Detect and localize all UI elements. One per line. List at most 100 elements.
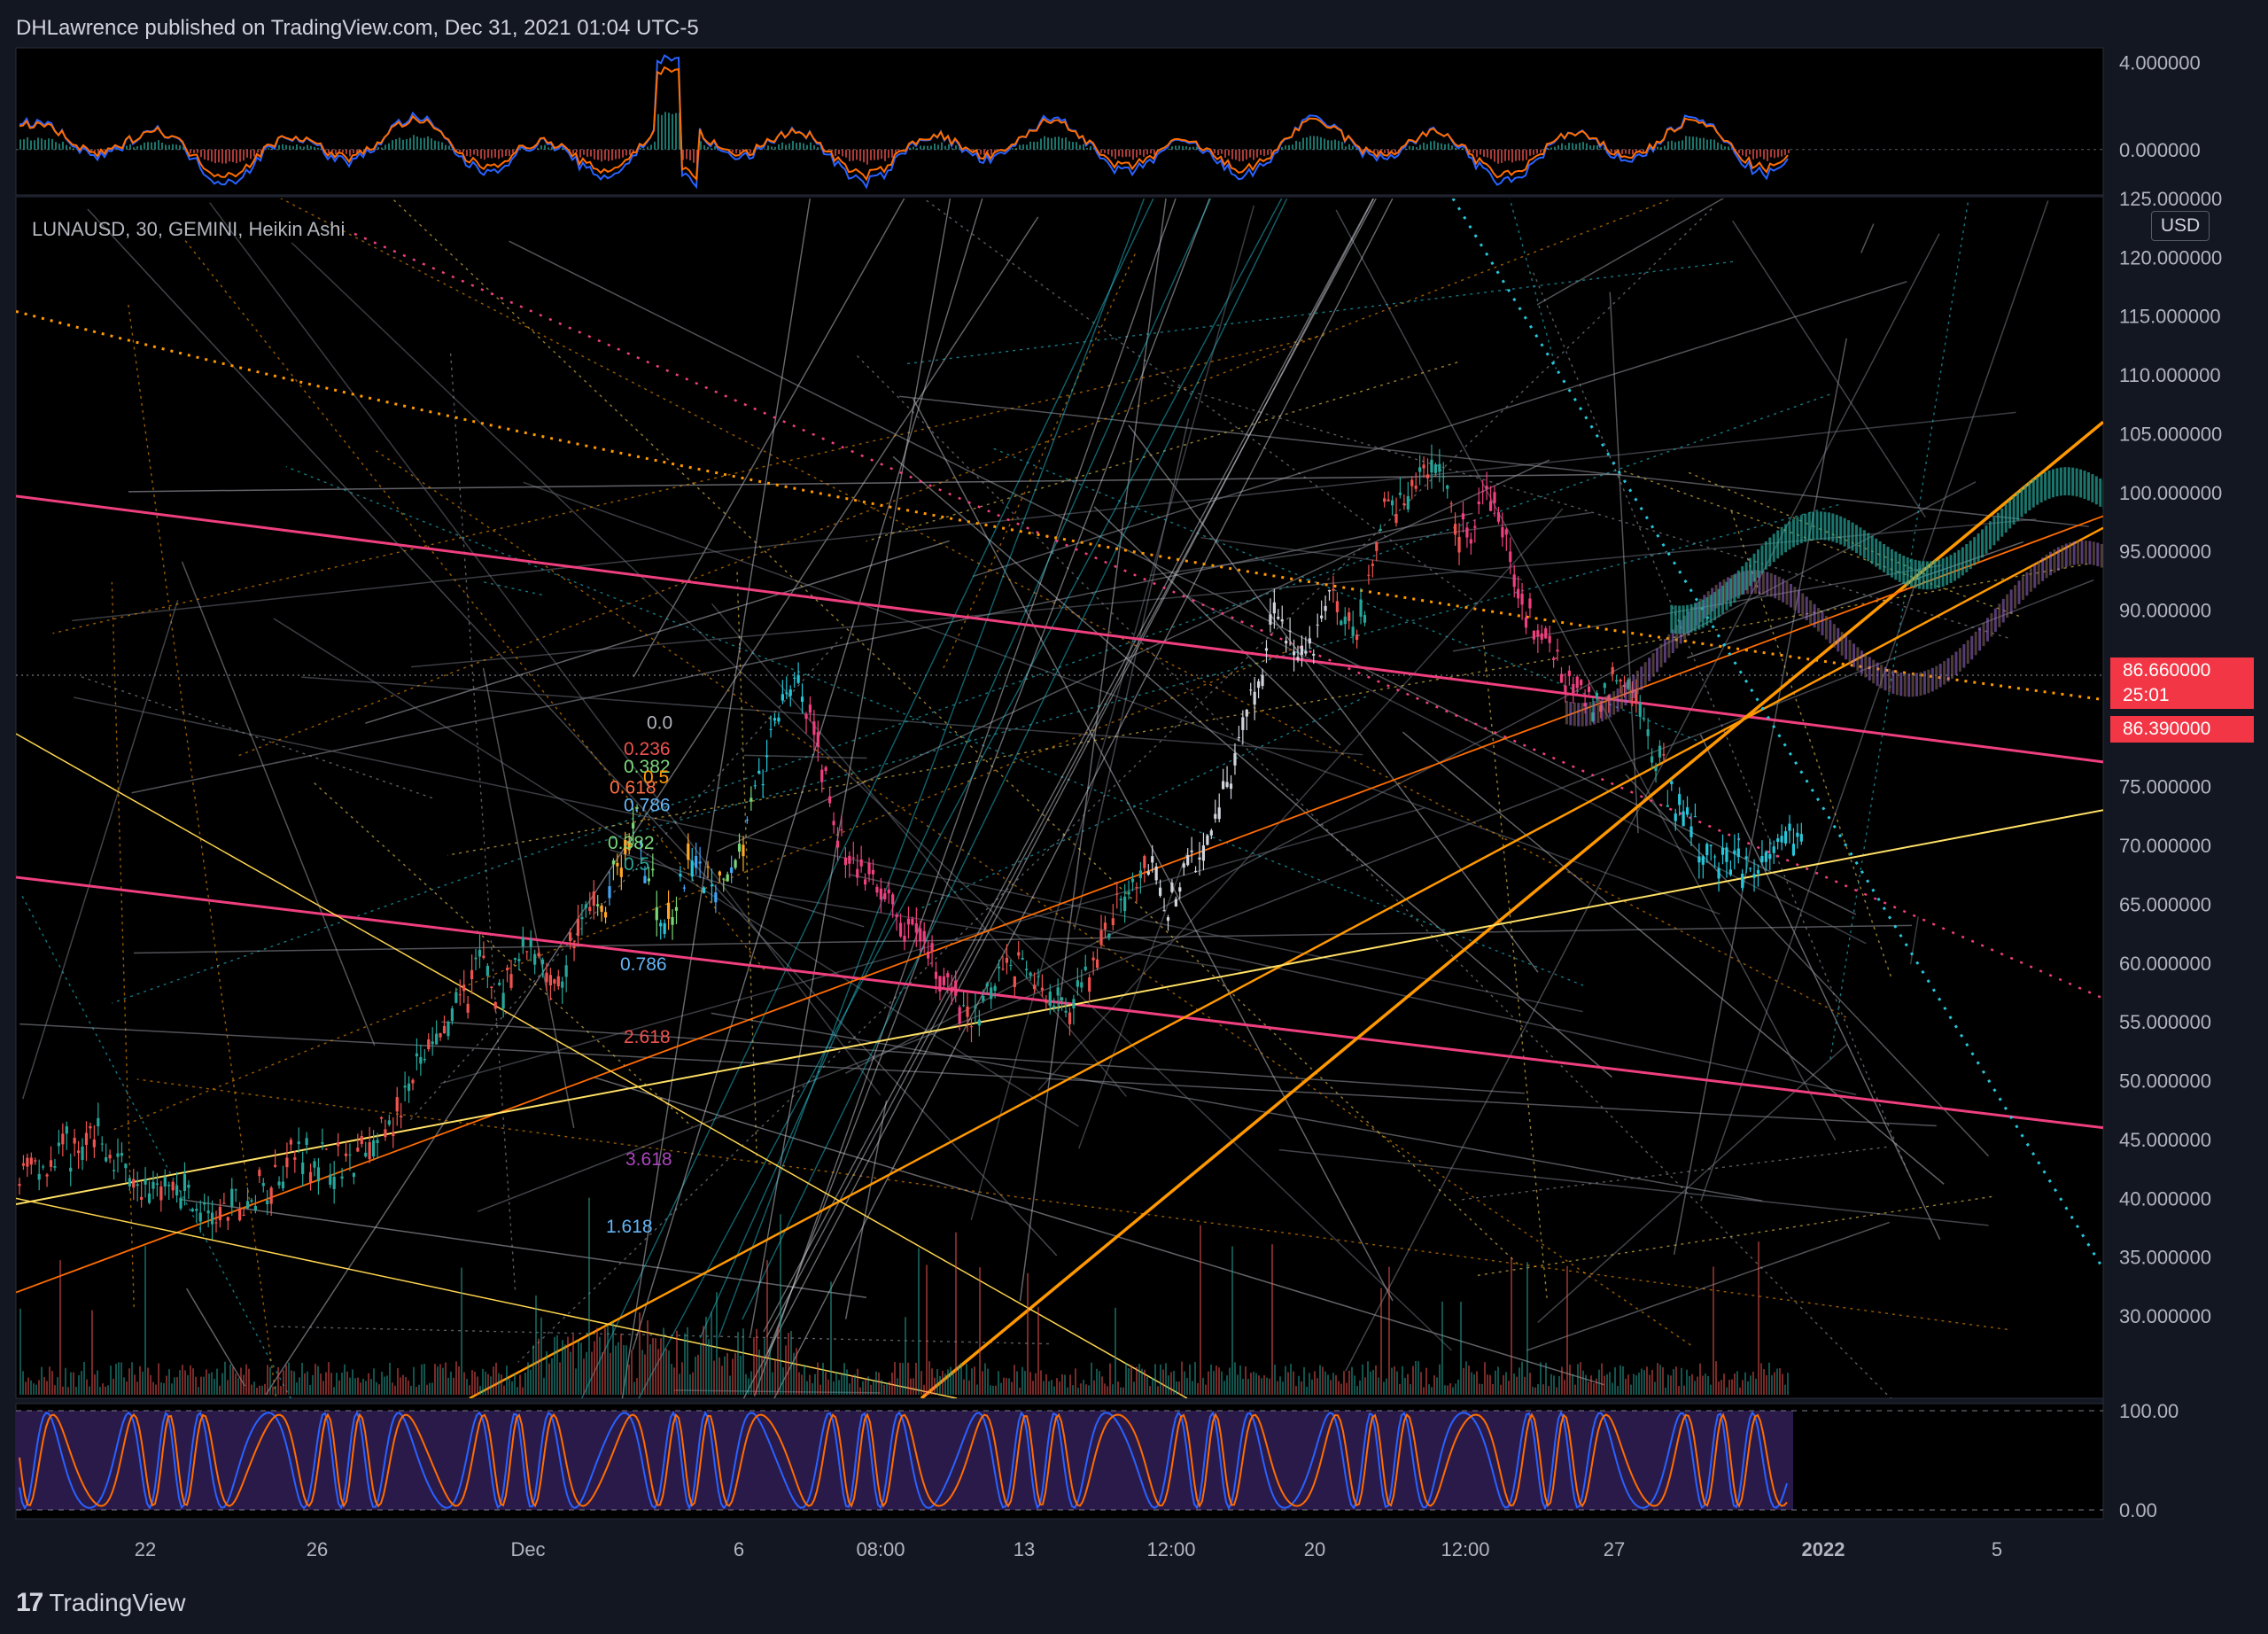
osc-histogram-bar [930, 145, 932, 150]
volume-bar [1298, 1375, 1300, 1395]
teal-candle [1898, 553, 1901, 582]
teal-candle [1804, 513, 1807, 542]
volume-bar [485, 1371, 486, 1395]
candle-body [454, 992, 458, 1003]
osc-histogram-bar [1685, 136, 1687, 150]
volume-bar [99, 1387, 101, 1395]
volume-bar [1513, 1373, 1515, 1395]
osc-histogram-bar [909, 147, 911, 150]
volume-bar [195, 1376, 197, 1395]
volume-bar [1109, 1363, 1111, 1395]
candle-body [77, 1150, 81, 1154]
candle-body [785, 692, 788, 694]
candle-body [214, 1222, 218, 1224]
volume-bar [1452, 1387, 1454, 1395]
osc-histogram-bar [1143, 149, 1145, 157]
osc-histogram-bar [1313, 136, 1315, 150]
tradingview-brand[interactable]: 17 TradingView [16, 1588, 185, 1618]
volume-bar [49, 1366, 50, 1395]
time-axis-tick: 22 [135, 1538, 156, 1560]
osc-histogram-bar [136, 146, 138, 150]
currency-badge[interactable]: USD [2151, 211, 2210, 241]
volume-bar [408, 1380, 409, 1395]
osc-histogram-bar [1494, 149, 1495, 162]
volume-bar [1726, 1387, 1728, 1395]
volume-bar [229, 1364, 231, 1395]
candle-body [1418, 467, 1422, 472]
candle-body [898, 922, 903, 937]
candle-body [1386, 499, 1390, 502]
volume-bar [535, 1295, 537, 1395]
volume-bar [1348, 1370, 1350, 1395]
candle-body [1209, 830, 1213, 836]
price-axis-tick: 90.000000 [2119, 600, 2211, 622]
volume-bar [543, 1377, 545, 1395]
osc-histogram-bar [1557, 144, 1559, 150]
ghost-candle [1903, 673, 1907, 697]
volume-bar [293, 1371, 295, 1395]
candle-body [1603, 683, 1606, 689]
osc-histogram-bar [675, 113, 677, 150]
ghost-candle [1600, 697, 1604, 722]
volume-bar [1309, 1373, 1310, 1395]
osc-histogram-bar [1745, 149, 1747, 157]
volume-bar [325, 1372, 327, 1395]
volume-bar [625, 1345, 627, 1395]
volume-bar [740, 1356, 742, 1395]
candle-body [1469, 539, 1472, 544]
candle-body [875, 886, 879, 893]
ghost-candle [1962, 643, 1966, 668]
osc-histogram-bar [1660, 147, 1662, 150]
ghost-candle [1852, 643, 1856, 667]
volume-bar [190, 1365, 191, 1395]
candle-body [1021, 958, 1024, 960]
ghost-candle [1978, 626, 1982, 651]
price-axis-tick: 95.000000 [2119, 541, 2211, 563]
volume-bar [378, 1384, 380, 1395]
osc-histogram-bar [1054, 136, 1056, 150]
ghost-candle [2109, 548, 2111, 572]
volume-bar [647, 1319, 649, 1395]
candle-body [356, 1148, 360, 1152]
candle-body [859, 859, 863, 867]
osc-histogram-bar [845, 149, 847, 158]
osc-histogram-bar [1572, 143, 1573, 150]
osc-histogram-bar [257, 149, 259, 153]
volume-bar [336, 1373, 338, 1395]
candle-body [927, 951, 930, 959]
volume-bar [610, 1352, 611, 1395]
volume-bar [296, 1382, 298, 1395]
osc-histogram-bar [225, 149, 227, 164]
volume-bar [580, 1342, 582, 1395]
volume-bar [596, 1327, 598, 1395]
volume-bar [1332, 1373, 1334, 1395]
stochastic-plot [16, 1410, 2103, 1511]
teal-candle [1670, 604, 1674, 634]
volume-bar [926, 1264, 928, 1395]
teal-candle [1902, 556, 1906, 584]
teal-candle [1749, 557, 1752, 587]
osc-histogram-bar [1175, 145, 1177, 150]
volume-bar [317, 1366, 319, 1395]
volume-bar [307, 1371, 308, 1395]
candle-body [277, 1181, 281, 1186]
teal-candle [1918, 560, 1922, 589]
time-axis-tick: 6 [734, 1538, 744, 1560]
volume-bar [341, 1373, 343, 1395]
osc-histogram-bar [1554, 146, 1556, 150]
candle-body [1705, 844, 1709, 856]
ghost-candle [1766, 572, 1769, 596]
volume-bar [73, 1372, 74, 1395]
candle-body [722, 878, 726, 880]
osc-histogram-bar [1267, 149, 1269, 155]
candle-body [816, 732, 819, 747]
candle-body [835, 840, 840, 848]
candle-body [718, 871, 721, 875]
osc-histogram-bar [1235, 149, 1237, 160]
volume-bar [259, 1385, 260, 1395]
candle-body [757, 770, 761, 774]
volume-bar [905, 1317, 906, 1395]
candle-body [1520, 593, 1524, 605]
candle-body [53, 1166, 57, 1168]
ghost-candle [1922, 671, 1926, 695]
